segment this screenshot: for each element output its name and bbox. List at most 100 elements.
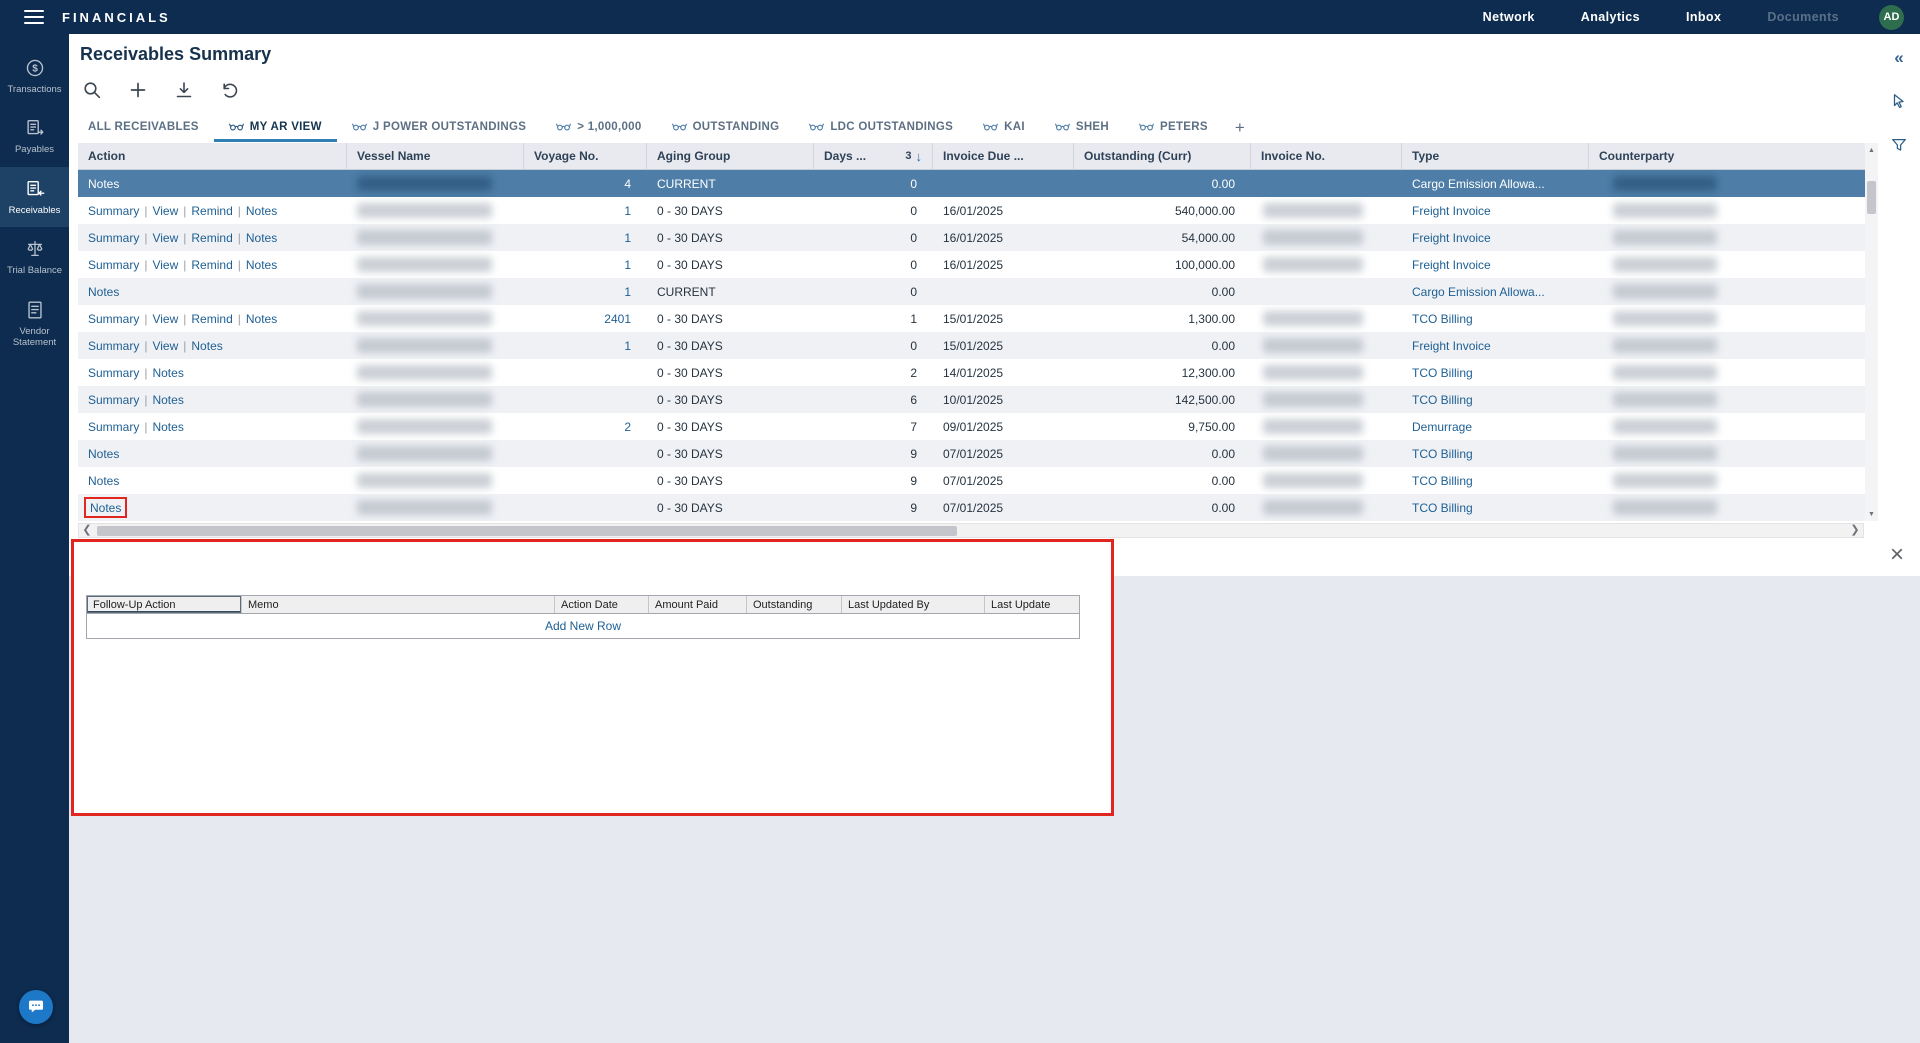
column-header-vessel-name[interactable]: Vessel Name [347, 143, 524, 170]
avatar[interactable]: AD [1879, 5, 1904, 30]
table-row[interactable]: Summary|Notes0 - 30 DAYS610/01/2025142,5… [78, 386, 1865, 413]
action-notes-link[interactable]: Notes [152, 393, 183, 407]
column-header-invoice-due[interactable]: Invoice Due ... [933, 143, 1074, 170]
type-link[interactable]: TCO Billing [1412, 447, 1473, 461]
tab-ldc-outstandings[interactable]: LDC OUTSTANDINGS [794, 114, 968, 142]
action-summary-link[interactable]: Summary [88, 393, 139, 407]
top-nav-network[interactable]: Network [1483, 10, 1535, 24]
popup-column-header-action-date[interactable]: Action Date [555, 596, 649, 613]
add-view-button[interactable]: + [1223, 114, 1257, 142]
type-link[interactable]: TCO Billing [1412, 366, 1473, 380]
column-header-days[interactable]: Days ...3↓ [814, 143, 933, 170]
add-icon[interactable] [128, 80, 148, 100]
type-link[interactable]: Freight Invoice [1412, 231, 1491, 245]
type-link[interactable]: TCO Billing [1412, 474, 1473, 488]
action-notes-link[interactable]: Notes [152, 420, 183, 434]
voyage-link[interactable]: 1 [624, 258, 631, 272]
action-notes-link[interactable]: Notes [90, 501, 121, 515]
tab-peters[interactable]: PETERS [1124, 114, 1223, 142]
popup-column-header-follow-up-action[interactable]: Follow-Up Action [87, 596, 242, 613]
vertical-scrollbar[interactable]: ▲ ▼ [1865, 143, 1878, 521]
scroll-left-icon[interactable]: ❮ [79, 523, 95, 538]
add-new-row-link[interactable]: Add New Row [545, 619, 621, 633]
type-link[interactable]: TCO Billing [1412, 393, 1473, 407]
horizontal-scroll-thumb[interactable] [97, 526, 957, 536]
table-row[interactable]: Notes1CURRENT00.00Cargo Emission Allowa.… [78, 278, 1865, 305]
action-notes-link[interactable]: Notes [246, 231, 277, 245]
type-link[interactable]: TCO Billing [1412, 312, 1473, 326]
table-row[interactable]: Notes4CURRENT00.00Cargo Emission Allowa.… [78, 170, 1865, 197]
action-notes-link[interactable]: Notes [246, 258, 277, 272]
type-link[interactable]: Cargo Emission Allowa... [1412, 285, 1545, 299]
type-link[interactable]: TCO Billing [1412, 501, 1473, 515]
tab-sheh[interactable]: SHEH [1040, 114, 1124, 142]
sidebar-item-payables[interactable]: Payables [0, 106, 69, 166]
column-header-type[interactable]: Type [1402, 143, 1589, 170]
table-row[interactable]: Notes0 - 30 DAYS907/01/20250.00TCO Billi… [78, 440, 1865, 467]
tab-all-receivables[interactable]: ALL RECEIVABLES [73, 114, 214, 142]
popup-column-header-last-update[interactable]: Last Update [985, 596, 1079, 613]
action-summary-link[interactable]: Summary [88, 312, 139, 326]
reset-icon[interactable] [220, 80, 240, 100]
voyage-link[interactable]: 2401 [604, 312, 631, 326]
action-summary-link[interactable]: Summary [88, 420, 139, 434]
voyage-link[interactable]: 4 [624, 177, 631, 191]
tab-1-000-000[interactable]: > 1,000,000 [541, 114, 656, 142]
action-view-link[interactable]: View [152, 231, 178, 245]
download-icon[interactable] [174, 80, 194, 100]
popup-column-header-last-updated-by[interactable]: Last Updated By [842, 596, 985, 613]
action-remind-link[interactable]: Remind [191, 231, 232, 245]
sidebar-item-vendor-statement[interactable]: Vendor Statement [0, 288, 69, 360]
table-row[interactable]: Summary|View|Remind|Notes10 - 30 DAYS016… [78, 224, 1865, 251]
action-view-link[interactable]: View [152, 339, 178, 353]
column-header-aging-group[interactable]: Aging Group [647, 143, 814, 170]
scroll-down-icon[interactable]: ▼ [1865, 507, 1878, 521]
voyage-link[interactable]: 1 [624, 339, 631, 353]
action-summary-link[interactable]: Summary [88, 258, 139, 272]
popup-column-header-amount-paid[interactable]: Amount Paid [649, 596, 747, 613]
type-link[interactable]: Freight Invoice [1412, 339, 1491, 353]
action-notes-link[interactable]: Notes [246, 204, 277, 218]
popup-column-header-memo[interactable]: Memo [242, 596, 555, 613]
column-header-outstanding-curr[interactable]: Outstanding (Curr) [1074, 143, 1251, 170]
pointer-icon[interactable] [1888, 90, 1910, 112]
voyage-link[interactable]: 1 [624, 285, 631, 299]
search-icon[interactable] [82, 80, 102, 100]
chat-button[interactable] [19, 990, 53, 1024]
scroll-up-icon[interactable]: ▲ [1865, 143, 1878, 157]
tab-outstanding[interactable]: OUTSTANDING [657, 114, 795, 142]
table-row[interactable]: Summary|View|Remind|Notes10 - 30 DAYS016… [78, 251, 1865, 278]
table-row[interactable]: Summary|View|Remind|Notes24010 - 30 DAYS… [78, 305, 1865, 332]
filter-icon[interactable] [1888, 134, 1910, 156]
sidebar-item-receivables[interactable]: Receivables [0, 167, 69, 227]
table-row[interactable]: Summary|View|Notes10 - 30 DAYS015/01/202… [78, 332, 1865, 359]
tab-my-ar-view[interactable]: MY AR VIEW [214, 114, 337, 142]
type-link[interactable]: Freight Invoice [1412, 204, 1491, 218]
tab-j-power-outstandings[interactable]: J POWER OUTSTANDINGS [337, 114, 541, 142]
voyage-link[interactable]: 1 [624, 231, 631, 245]
type-link[interactable]: Cargo Emission Allowa... [1412, 177, 1545, 191]
top-nav-documents[interactable]: Documents [1767, 10, 1839, 24]
horizontal-scrollbar[interactable]: ❮ ❯ [78, 523, 1864, 538]
action-notes-link[interactable]: Notes [88, 177, 119, 191]
action-remind-link[interactable]: Remind [191, 258, 232, 272]
top-nav-inbox[interactable]: Inbox [1686, 10, 1721, 24]
action-summary-link[interactable]: Summary [88, 339, 139, 353]
action-summary-link[interactable]: Summary [88, 204, 139, 218]
vertical-scroll-thumb[interactable] [1867, 181, 1876, 214]
tab-kai[interactable]: KAI [968, 114, 1040, 142]
action-notes-link[interactable]: Notes [88, 474, 119, 488]
close-panel-button[interactable]: × [1890, 543, 1904, 567]
column-header-counterparty[interactable]: Counterparty [1589, 143, 1865, 170]
action-summary-link[interactable]: Summary [88, 366, 139, 380]
action-notes-link[interactable]: Notes [246, 312, 277, 326]
action-view-link[interactable]: View [152, 204, 178, 218]
collapse-icon[interactable]: « [1888, 46, 1910, 68]
hamburger-icon[interactable] [24, 10, 44, 24]
popup-column-header-outstanding[interactable]: Outstanding [747, 596, 842, 613]
top-nav-analytics[interactable]: Analytics [1581, 10, 1640, 24]
table-row[interactable]: Summary|View|Remind|Notes10 - 30 DAYS016… [78, 197, 1865, 224]
scroll-right-icon[interactable]: ❯ [1847, 523, 1863, 538]
table-row[interactable]: Summary|Notes20 - 30 DAYS709/01/20259,75… [78, 413, 1865, 440]
column-header-invoice-no[interactable]: Invoice No. [1251, 143, 1402, 170]
